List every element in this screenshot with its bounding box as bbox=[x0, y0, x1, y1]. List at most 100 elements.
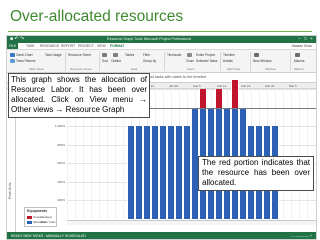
details-checkbox[interactable]: Details bbox=[223, 59, 233, 63]
window-title: Resource Graph Tools Microsoft Project P… bbox=[107, 37, 192, 41]
timescale-date: Feb 19 bbox=[241, 83, 251, 88]
allocated-segment bbox=[184, 126, 190, 219]
slide-title: Over-allocated resources bbox=[10, 8, 184, 25]
gantt-chart-button[interactable]: Gantt Chart bbox=[16, 53, 32, 57]
filter-button[interactable]: Filter bbox=[143, 53, 150, 57]
allocated-segment bbox=[176, 126, 182, 219]
status-text: READY NEW TASKS : MANUALLY SCHEDULED bbox=[11, 233, 86, 238]
data-group: Data bbox=[131, 67, 138, 71]
chart-legend: Equipments Overallocated Allocated bbox=[24, 207, 57, 227]
window-group: Window bbox=[265, 67, 276, 71]
ribbon: Gantt Chart Team Planner Task Usage Task… bbox=[7, 50, 316, 73]
tab-project[interactable]: PROJECT bbox=[78, 44, 94, 48]
status-bar: READY NEW TASKS : MANUALLY SCHEDULED — —… bbox=[7, 232, 316, 239]
outline-button[interactable]: Outline bbox=[111, 59, 121, 63]
tab-file[interactable]: FILE bbox=[7, 43, 19, 49]
allocated-segment bbox=[152, 126, 158, 219]
team-planner-icon bbox=[10, 59, 15, 63]
y-tick-label: 800% bbox=[57, 142, 65, 147]
macros-icon bbox=[295, 53, 300, 57]
user-name[interactable]: Hassan Khan bbox=[292, 44, 312, 48]
timescale-date: Feb 26 bbox=[265, 83, 275, 88]
timescale-date: Feb 12 bbox=[217, 83, 227, 88]
overallocated-segment bbox=[216, 89, 222, 108]
entire-project-button[interactable]: Entire Project bbox=[196, 53, 215, 57]
zoom-button[interactable]: Zoom bbox=[186, 59, 194, 63]
team-planner-button[interactable]: Team Planner bbox=[16, 59, 36, 63]
split-view-group: Split View bbox=[227, 67, 241, 71]
outline-icon bbox=[113, 53, 118, 57]
ribbon-separator bbox=[250, 52, 251, 71]
allocated-segment bbox=[136, 126, 142, 219]
ribbon-separator bbox=[220, 52, 221, 71]
gantt-chart-icon bbox=[10, 53, 15, 57]
y-tick-label: 600% bbox=[57, 161, 65, 166]
timescale-date: Feb 5 bbox=[193, 83, 201, 88]
allocated-segment bbox=[168, 126, 174, 219]
tables-button[interactable]: Tables bbox=[125, 53, 134, 57]
sort-icon bbox=[102, 53, 107, 57]
resource-views-group: Resource Views bbox=[70, 67, 92, 71]
resource-sheet-button[interactable]: Resource Sheet bbox=[68, 53, 91, 57]
macros-button[interactable]: Macros bbox=[294, 59, 304, 63]
resource-bar bbox=[183, 126, 191, 219]
macros-group: Macros bbox=[294, 67, 304, 71]
minimize-icon[interactable]: – bbox=[297, 36, 302, 41]
resource-bar bbox=[175, 126, 183, 219]
yaxis-title: Peak Units bbox=[8, 182, 12, 199]
window-titlebar: ■ ↶ ↷ Resource Graph Tools Microsoft Pro… bbox=[7, 36, 316, 43]
legend-item-overallocated: Overallocated bbox=[27, 215, 52, 219]
resource-bar bbox=[127, 126, 135, 219]
peak-units-label: Peak Units bbox=[41, 220, 56, 224]
title-divider bbox=[8, 31, 312, 32]
project-window: ■ ↶ ↷ Resource Graph Tools Microsoft Pro… bbox=[6, 35, 317, 240]
overallocated-segment bbox=[232, 79, 238, 108]
overallocated-segment bbox=[200, 89, 206, 108]
timescale-date: Mar 5 bbox=[289, 83, 297, 88]
zoom-group: Zoom bbox=[187, 67, 195, 71]
timeline-checkbox[interactable]: Timeline bbox=[223, 53, 235, 57]
allocated-segment bbox=[160, 126, 166, 219]
zoom-icon bbox=[187, 53, 192, 57]
resource-bar bbox=[167, 126, 175, 219]
zoom-slider[interactable]: — ———— + bbox=[291, 234, 312, 238]
maximize-icon[interactable]: □ bbox=[303, 36, 308, 41]
task-usage-button[interactable]: Task Usage bbox=[45, 53, 62, 57]
ribbon-tabs: FILE TASK RESOURCE REPORT PROJECT VIEW F… bbox=[7, 43, 316, 50]
legend-title: Equipments bbox=[27, 209, 48, 213]
tab-format[interactable]: FORMAT bbox=[110, 44, 124, 48]
resource-bar bbox=[159, 126, 167, 219]
y-tick-label: 200% bbox=[57, 198, 65, 203]
selected-tasks-button[interactable]: Selected Tasks bbox=[196, 59, 217, 63]
ribbon-separator bbox=[290, 52, 291, 71]
tab-resource[interactable]: RESOURCE bbox=[40, 44, 59, 48]
peak-units-row bbox=[67, 220, 316, 225]
tab-report[interactable]: REPORT bbox=[61, 44, 75, 48]
legend-swatch-overallocated bbox=[27, 215, 32, 219]
close-icon[interactable]: × bbox=[309, 36, 314, 41]
y-tick-label: 400% bbox=[57, 179, 65, 184]
ribbon-separator bbox=[99, 52, 100, 71]
timescale-date: Jan 29 bbox=[169, 83, 179, 88]
new-window-button[interactable]: New Window bbox=[253, 59, 272, 63]
new-window-icon bbox=[254, 53, 259, 57]
resource-bar bbox=[231, 79, 239, 219]
quick-access-icons[interactable]: ■ ↶ ↷ bbox=[10, 37, 24, 42]
overallocation-callout: The red portion indicates that the resou… bbox=[198, 156, 314, 191]
tab-task[interactable]: TASK bbox=[26, 44, 35, 48]
allocated-segment bbox=[144, 126, 150, 219]
task-views-group: Task Views bbox=[29, 67, 44, 71]
group-by-button[interactable]: Group by bbox=[143, 59, 156, 63]
legend-swatch-allocated bbox=[27, 220, 32, 224]
resource-bar bbox=[143, 126, 151, 219]
ribbon-separator bbox=[164, 52, 165, 71]
resource-bar bbox=[151, 126, 159, 219]
sort-button[interactable]: Sort bbox=[102, 59, 108, 63]
y-tick-label: 1,000% bbox=[54, 124, 65, 129]
tab-view[interactable]: VIEW bbox=[97, 44, 106, 48]
timescale-button[interactable]: Timescale bbox=[167, 53, 181, 57]
resource-bar bbox=[135, 126, 143, 219]
timeline-hint: Add tasks with dates to the timeline bbox=[147, 75, 207, 79]
allocation-callout: This graph shows the allocation of Resou… bbox=[8, 73, 150, 118]
legend-label: Overallocated bbox=[33, 215, 52, 219]
